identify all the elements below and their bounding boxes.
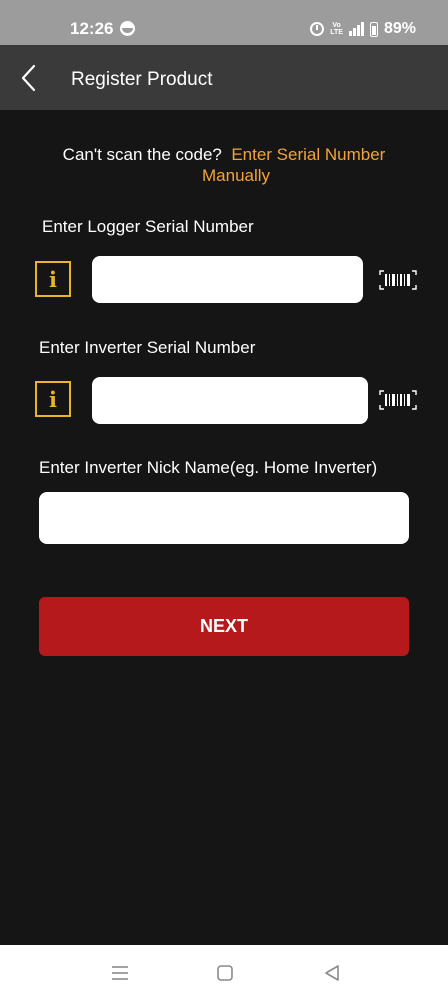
- status-icons: Vo LTE 89%: [310, 19, 416, 39]
- inverter-serial-input[interactable]: [92, 377, 368, 424]
- status-bar: 12:26 Vo LTE 89%: [0, 0, 448, 45]
- data-saver-icon: [120, 21, 135, 36]
- back-triangle-icon: [325, 965, 339, 981]
- inverter-serial-label: Enter Inverter Serial Number: [39, 338, 256, 357]
- barcode-scan-icon: [379, 390, 417, 410]
- inverter-barcode-scan-button[interactable]: [379, 390, 417, 410]
- nickname-input[interactable]: [39, 492, 409, 544]
- signal-icon: [348, 22, 364, 36]
- alarm-icon: [310, 22, 325, 36]
- logger-serial-label: Enter Logger Serial Number: [42, 217, 254, 236]
- home-button[interactable]: [214, 963, 236, 983]
- system-nav-bar: [0, 945, 448, 1000]
- manual-entry-link-continued[interactable]: Manually: [202, 166, 270, 186]
- volte-line-2: LTE: [330, 29, 343, 36]
- volte-icon: Vo LTE: [330, 22, 343, 36]
- info-icon: i: [49, 266, 57, 292]
- back-button[interactable]: [14, 59, 48, 95]
- chevron-left-icon: [21, 64, 36, 92]
- inverter-info-button[interactable]: i: [35, 381, 71, 417]
- barcode-scan-icon: [379, 270, 417, 290]
- system-back-button[interactable]: [321, 963, 343, 983]
- manual-entry-link[interactable]: Enter Serial Number: [231, 145, 385, 164]
- next-button[interactable]: NEXT: [39, 597, 409, 656]
- logger-serial-input[interactable]: [92, 256, 363, 303]
- volte-line-1: Vo: [332, 22, 341, 29]
- menu-button[interactable]: [109, 963, 131, 983]
- info-icon: i: [49, 386, 57, 412]
- scan-prompt: Can't scan the code? Enter Serial Number: [0, 144, 448, 166]
- app-bar: Register Product: [0, 45, 448, 110]
- status-time: 12:26: [70, 19, 114, 38]
- menu-icon: [112, 966, 128, 980]
- scan-prompt-text: Can't scan the code?: [62, 145, 222, 164]
- battery-icon: [369, 21, 378, 37]
- logger-info-button[interactable]: i: [35, 261, 71, 297]
- page-title: Register Product: [71, 69, 213, 90]
- battery-percent: 89%: [383, 20, 416, 37]
- home-square-icon: [217, 965, 233, 981]
- nickname-label: Enter Inverter Nick Name(eg. Home Invert…: [39, 458, 378, 477]
- logger-barcode-scan-button[interactable]: [379, 270, 417, 290]
